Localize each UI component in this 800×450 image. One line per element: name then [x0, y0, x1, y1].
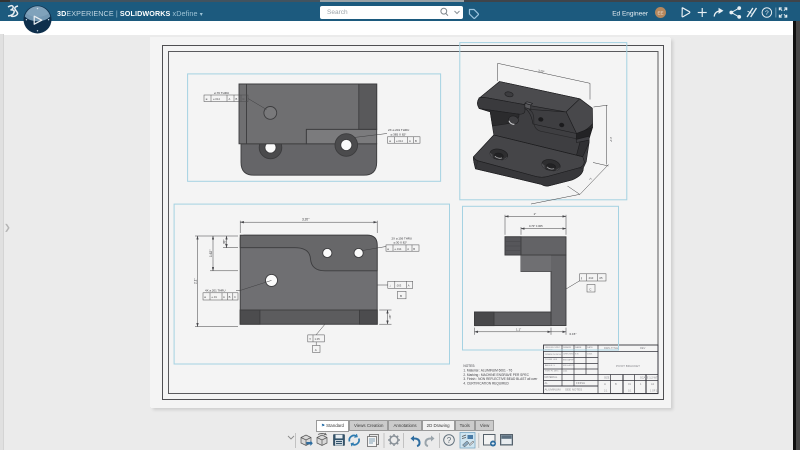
svg-text:REV: REV: [640, 346, 646, 350]
svg-text:SIZE: SIZE: [604, 377, 610, 380]
svg-text:TWO PL DEC: TWO PL DEC: [545, 371, 559, 373]
svg-text:⌀.30 X 82°: ⌀.30 X 82°: [394, 241, 408, 245]
svg-text:DIMEN IN INCH: DIMEN IN INCH: [545, 354, 561, 356]
svg-text:B: B: [415, 139, 417, 143]
svg-text:A: A: [408, 284, 410, 288]
svg-text:ENG APPR: ENG APPR: [563, 359, 575, 362]
svg-text:.05: .05: [599, 276, 603, 280]
svg-text:B: B: [400, 294, 402, 298]
svg-text:C: C: [243, 97, 245, 101]
svg-text:A: A: [315, 348, 317, 352]
svg-text:A: A: [407, 247, 409, 251]
svg-text:.38": .38": [222, 239, 226, 245]
svg-text:MFG APPR: MFG APPR: [563, 364, 575, 367]
svg-text:TOLER .005: TOLER .005: [545, 359, 558, 361]
svg-text:DATE: DATE: [587, 346, 593, 349]
svg-text:CHECKED: CHECKED: [563, 354, 574, 356]
svg-text:2.1": 2.1": [193, 278, 197, 284]
svg-text:C: C: [234, 295, 236, 299]
svg-text:ANGLE .5: ANGLE .5: [545, 364, 556, 367]
svg-text:4. CERTIFICATION REQUIRED: 4. CERTIFICATION REQUIRED: [463, 382, 509, 386]
svg-text:B: B: [236, 97, 238, 101]
svg-text:1.62": 1.62": [209, 250, 213, 257]
svg-text:0.70" ±.005: 0.70" ±.005: [529, 224, 543, 228]
svg-text:B: B: [413, 247, 415, 251]
svg-text:10/01: 10/01: [587, 354, 593, 356]
svg-text:⌀.01: ⌀.01: [212, 295, 218, 299]
svg-text:AL: AL: [545, 381, 549, 385]
svg-text:2.1": 2.1": [609, 137, 613, 142]
svg-text:NAME: NAME: [575, 346, 582, 349]
svg-text:1.1": 1.1": [516, 328, 521, 332]
svg-text:⌀.76 THRU: ⌀.76 THRU: [214, 91, 229, 95]
svg-text:0.15": 0.15": [570, 332, 577, 336]
svg-text:A: A: [604, 382, 606, 386]
svg-text:.010: .010: [588, 276, 594, 280]
svg-text:B: B: [229, 295, 231, 299]
svg-text:4X ⌀.201 THRU: 4X ⌀.201 THRU: [205, 288, 225, 292]
svg-text:1 OF 1: 1 OF 1: [650, 390, 658, 393]
svg-text:ALUMINUM: ALUMINUM: [545, 388, 562, 392]
svg-text:3.20": 3.20": [302, 218, 309, 222]
svg-text:Ed Engineer: Ed Engineer: [612, 11, 649, 18]
svg-text:PIVOT BRACKET: PIVOT BRACKET: [616, 364, 640, 368]
svg-text:⌀.014: ⌀.014: [396, 139, 403, 143]
svg-text:2. Marking : MACHINE ENGRAVE P: 2. Marking : MACHINE ENGRAVE PER SPEC: [463, 373, 529, 377]
svg-text:?: ?: [447, 436, 452, 445]
svg-text:EE: EE: [657, 11, 663, 16]
svg-text:B: B: [615, 382, 617, 386]
svg-text:1.05: 1.05: [315, 337, 321, 341]
svg-text:3. Finish : NON REFLECTIVE BEA: 3. Finish : NON REFLECTIVE BEAD BLAST al…: [463, 377, 538, 381]
svg-text:⌀.014: ⌀.014: [213, 97, 220, 101]
svg-text:SEE NOTES: SEE NOTES: [565, 388, 582, 392]
svg-text:E.E.: E.E.: [575, 354, 580, 356]
svg-text:MATERIAL: MATERIAL: [545, 375, 558, 379]
svg-text:?: ?: [765, 10, 769, 17]
svg-text:DWG TITLE: DWG TITLE: [604, 346, 618, 350]
svg-text:A1: A1: [651, 382, 655, 386]
svg-text:A: A: [229, 97, 231, 101]
svg-text:A: A: [409, 139, 411, 143]
svg-text:Q.A.: Q.A.: [563, 370, 568, 373]
svg-text:.38": .38": [388, 315, 392, 320]
svg-text:⌀.385 X 82°: ⌀.385 X 82°: [391, 132, 408, 136]
svg-text:DRAWN: DRAWN: [563, 346, 572, 349]
svg-text:1": 1": [534, 212, 537, 216]
svg-text:A: A: [223, 295, 225, 299]
svg-text:SCALE 1:2 WT: SCALE 1:2 WT: [640, 376, 658, 380]
svg-text:.003: .003: [396, 284, 402, 288]
svg-text:NOTES:: NOTES:: [463, 364, 475, 368]
svg-text:⌀.014: ⌀.014: [395, 247, 402, 251]
svg-text:FINISH: FINISH: [576, 381, 585, 385]
svg-text:1. Material : ALUMINUM 6061 -: 1. Material : ALUMINUM 6061 - T6: [463, 368, 512, 372]
